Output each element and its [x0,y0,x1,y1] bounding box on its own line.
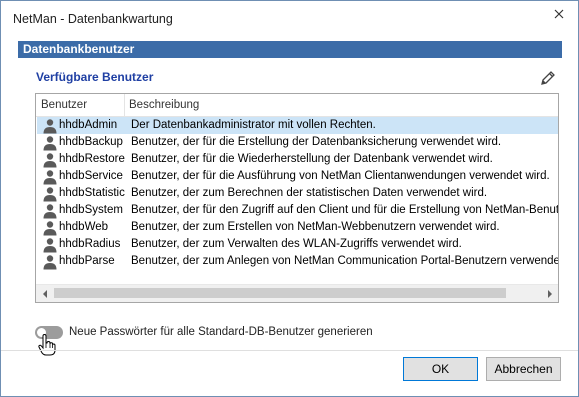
column-header-user[interactable]: Benutzer [41,99,87,111]
user-icon [43,187,57,202]
user-description: Benutzer, der zum Anlegen von NetMan Com… [131,255,558,267]
horizontal-scrollbar[interactable] [36,284,558,302]
user-description: Benutzer, der für die Ausführung von Net… [131,170,550,182]
table-row[interactable]: hhdbService Benutzer, der für die Ausführ… [37,168,558,185]
users-list[interactable]: Benutzer Beschreibung hhdbAdmin Der Daten… [35,93,559,303]
chevron-left-icon [42,289,47,298]
user-name: hhdbService [59,170,123,182]
ok-button[interactable]: OK [403,357,478,381]
generate-passwords-label: Neue Passwörter für alle Standard-DB-Ben… [69,326,373,338]
user-icon [43,119,57,134]
window-title: NetMan - Datenbankwartung [13,12,173,26]
available-users-title: Verfügbare Benutzer [36,70,154,84]
user-name: hhdbBackup [59,136,123,148]
user-name: hhdbParse [59,255,115,267]
user-name: hhdbRestore [59,153,125,165]
cancel-button[interactable]: Abbrechen [486,357,561,381]
table-row[interactable]: hhdbRestore Benutzer, der für die Wiederh… [37,151,558,168]
user-icon [43,153,57,168]
hand-cursor-icon [38,334,56,356]
table-row[interactable]: hhdbWeb Benutzer, der zum Erstellen von N… [37,219,558,236]
dialog-window: NetMan - Datenbankwartung Datenbankbenut… [0,0,579,397]
scroll-thumb[interactable] [54,288,506,298]
chevron-right-icon [547,289,552,298]
user-name: hhdbAdmin [59,119,118,131]
scroll-right-button[interactable] [541,285,558,302]
user-icon [43,136,57,151]
user-description: Benutzer, der für die Erstellung der Dat… [131,136,502,148]
user-icon [43,238,57,253]
column-divider[interactable] [124,94,125,116]
edit-button[interactable] [539,69,557,87]
user-description: Benutzer, der für die Wiederherstellung … [131,153,493,165]
table-row[interactable]: hhdbStatistic Benutzer, der zum Berechnen… [37,185,558,202]
user-description: Benutzer, der zum Berechnen der statisti… [131,187,488,199]
user-icon [43,255,57,270]
column-header-description[interactable]: Beschreibung [129,99,199,111]
user-icon [43,204,57,219]
table-row[interactable]: hhdbAdmin Der Datenbankadministrator mit … [37,117,558,134]
pencil-icon [541,71,555,85]
footer-separator [1,350,578,351]
user-name: hhdbWeb [59,221,109,233]
list-header: Benutzer Beschreibung [36,94,558,117]
user-icon [43,170,57,185]
table-row[interactable]: hhdbBackup Benutzer, der für die Erstellu… [37,134,558,151]
scroll-left-button[interactable] [36,285,53,302]
user-name: hhdbSystem [59,204,123,216]
user-icon [43,221,57,236]
user-description: Benutzer, der zum Verwalten des WLAN-Zug… [131,238,462,250]
table-row[interactable]: hhdbRadius Benutzer, der zum Verwalten de… [37,236,558,253]
close-button[interactable] [546,3,572,25]
section-header: Datenbankbenutzer [18,41,562,58]
user-description: Der Datenbankadministrator mit vollen Re… [131,119,376,131]
user-name: hhdbStatistic [59,187,125,199]
user-name: hhdbRadius [59,238,121,250]
table-row[interactable]: hhdbSystem Benutzer, der für den Zugriff … [37,202,558,219]
table-row[interactable]: hhdbParse Benutzer, der zum Anlegen von N… [37,253,558,270]
title-bar: NetMan - Datenbankwartung [1,1,578,37]
user-description: Benutzer, der zum Erstellen von NetMan-W… [131,221,500,233]
close-icon [554,9,564,19]
user-description: Benutzer, der für den Zugriff auf den Cl… [131,204,558,216]
